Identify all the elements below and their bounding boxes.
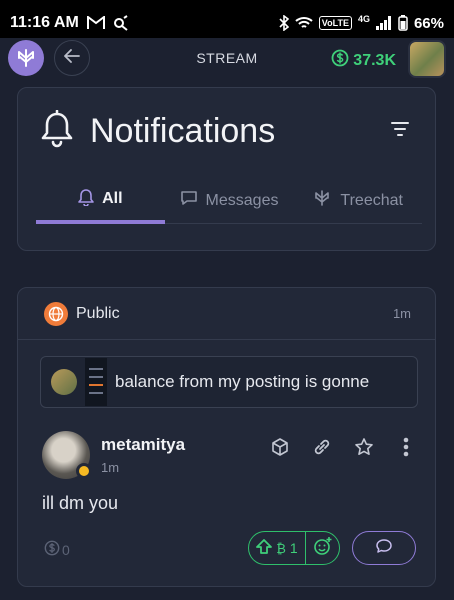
bitcoin-icon: ₿ (276, 540, 286, 556)
chat-icon (180, 190, 198, 211)
notifications-header: Notifications (40, 109, 276, 153)
coin-icon (44, 540, 60, 559)
gmail-icon (86, 16, 105, 30)
boost-button[interactable]: ₿ 1 (249, 532, 305, 564)
author-name[interactable]: metamitya (101, 435, 185, 455)
tab-all[interactable]: All (36, 178, 165, 224)
filter-button[interactable] (391, 122, 409, 141)
globe-icon (44, 301, 68, 326)
quoted-text: balance from my posting is gonne (115, 372, 370, 391)
quoted-thumbnail (85, 358, 107, 406)
battery-icon (398, 15, 408, 31)
battery-level: 66% (413, 14, 444, 32)
boost-amount: 1 (289, 540, 298, 556)
balance-display[interactable]: 37.3K (331, 49, 396, 72)
emoji-add-icon (313, 536, 333, 561)
author-badge (76, 463, 92, 479)
tip-amount: 0 (62, 541, 70, 558)
signal-icon (375, 16, 392, 30)
balance-amount: 37.3K (353, 51, 396, 69)
author-timestamp: 1m (101, 460, 120, 475)
wifi-icon (295, 16, 313, 30)
react-button[interactable] (305, 532, 339, 564)
notifications-title: Notifications (90, 112, 276, 150)
wifi-calling-icon (113, 15, 129, 31)
tab-label: Treechat (340, 191, 403, 209)
post-body: ill dm you (42, 493, 119, 513)
notifications-card: Notifications All Messages Treechat (17, 87, 436, 251)
boost-group: ₿ 1 (248, 531, 340, 565)
tab-label: Messages (205, 191, 279, 209)
star-icon[interactable] (353, 436, 375, 458)
post-header: Public 1m (18, 288, 435, 340)
volte-indicator: VoLTE (318, 16, 352, 30)
treechat-icon (312, 189, 332, 212)
tip-count[interactable]: 0 (44, 540, 70, 559)
arrow-up-icon (256, 538, 273, 558)
notification-post-card[interactable]: Public 1m balance from my posting is gon… (17, 287, 436, 587)
cube-icon[interactable] (269, 436, 291, 458)
visibility-label: Public (76, 304, 120, 322)
reply-button[interactable] (352, 531, 416, 565)
post-actions (269, 436, 417, 458)
bell-icon (40, 109, 74, 153)
bell-icon (78, 188, 94, 211)
notification-tabs: All Messages Treechat (36, 178, 423, 224)
user-avatar[interactable] (408, 40, 446, 78)
tab-messages[interactable]: Messages (164, 178, 294, 224)
bluetooth-icon (279, 15, 289, 31)
more-vertical-icon[interactable] (395, 436, 417, 458)
status-time: 11:16 AM (10, 14, 79, 31)
filter-icon (391, 122, 409, 140)
network-type: 4G (357, 14, 370, 24)
quoted-avatar (51, 369, 77, 395)
coin-icon (331, 49, 349, 72)
tab-label: All (102, 190, 123, 207)
comment-icon (376, 538, 392, 558)
tab-treechat[interactable]: Treechat (293, 178, 423, 224)
link-icon[interactable] (311, 436, 333, 458)
post-timestamp: 1m (392, 306, 411, 321)
app-header: STREAM 37.3K (0, 38, 454, 82)
quoted-post[interactable]: balance from my posting is gonne (40, 356, 418, 408)
